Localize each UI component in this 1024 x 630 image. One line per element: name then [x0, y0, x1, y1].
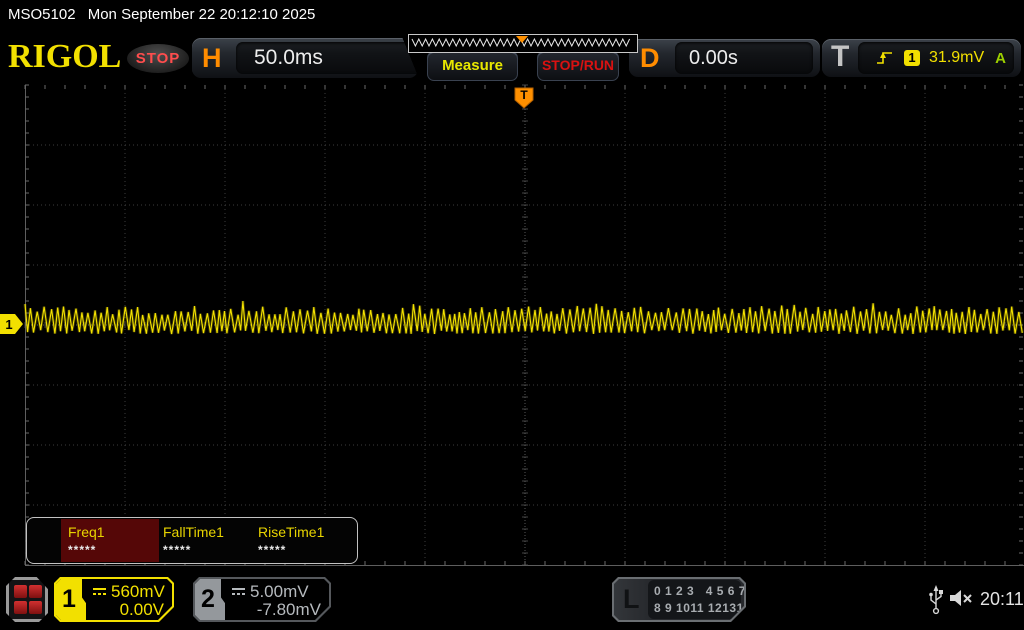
- memory-depth: 25Mpts: [192, 57, 588, 73]
- model-name: MSO5102: [8, 6, 76, 23]
- trigger-block[interactable]: T 1 31.9mV A: [822, 39, 1021, 77]
- channel2-number-badge: 2: [195, 579, 225, 620]
- t-inset: 1 31.9mV A: [858, 42, 1014, 74]
- overview-waveform: [409, 35, 635, 50]
- red-square: [29, 601, 42, 614]
- measurement-value: *****: [163, 543, 191, 557]
- channel2-widget[interactable]: 2 5.00mV -7.80mV: [193, 577, 331, 622]
- trigger-level: 31.9mV: [929, 49, 984, 67]
- oscilloscope-screen: MSO5102 Mon September 22 20:12:10 2025 R…: [0, 0, 1024, 630]
- measurement-panel: Freq1 ***** FallTime1 ***** RiseTime1 **…: [26, 517, 358, 564]
- rising-edge-icon: [875, 49, 895, 67]
- channel1-number-badge: 1: [56, 579, 86, 620]
- dc-coupling-icon: [231, 587, 246, 597]
- status-bar: MSO5102 Mon September 22 20:12:10 2025: [0, 0, 1024, 30]
- channel2-scale: 5.00mV: [231, 582, 309, 602]
- bottom-bar: 1 560mV 0.00V 2: [0, 570, 1024, 630]
- speaker-muted-icon[interactable]: [948, 587, 975, 609]
- channel1-widget[interactable]: 1 560mV 0.00V: [54, 577, 174, 622]
- channel1-scale: 560mV: [92, 582, 165, 602]
- measurement-label[interactable]: RiseTime1: [258, 524, 324, 540]
- clock: 20:11: [980, 589, 1024, 610]
- waveform-overview-strip[interactable]: [408, 34, 638, 53]
- stop-run-button[interactable]: STOP/RUN: [537, 51, 619, 81]
- run-state-badge: STOP: [127, 44, 189, 73]
- la-body: L 0 1 2 3 4 5 6 7 8 9 1011 12131415: [614, 579, 744, 620]
- channel1-body: 1 560mV 0.00V: [56, 579, 172, 620]
- red-square: [14, 585, 27, 598]
- digital-channels: 0 1 2 3 4 5 6 7 8 9 1011 12131415: [648, 580, 741, 619]
- usb-icon: [928, 584, 945, 616]
- datetime: Mon September 22 20:12:10 2025: [88, 6, 316, 23]
- measure-button[interactable]: Measure: [427, 51, 518, 81]
- dc-coupling-icon: [92, 587, 107, 597]
- measurement-value: *****: [258, 543, 286, 557]
- delay-value: 0.00s: [689, 47, 738, 70]
- trigger-position-marker[interactable]: T: [513, 87, 535, 109]
- red-square: [14, 601, 27, 614]
- digital-row-1: 0 1 2 3 4 5 6 7: [654, 583, 741, 600]
- red-square: [29, 585, 42, 598]
- measurement-label[interactable]: FallTime1: [163, 524, 224, 540]
- la-label: L: [623, 584, 640, 615]
- trigger-channel-badge: 1: [904, 50, 920, 66]
- delay-label: D: [640, 43, 660, 74]
- channel1-marker-number: 1: [5, 317, 12, 332]
- delay-block[interactable]: D 0.00s: [629, 39, 820, 77]
- measurement-value: *****: [68, 543, 96, 557]
- digital-row-2: 8 9 1011 12131415: [654, 600, 741, 617]
- rigol-logo: RIGOL: [8, 38, 121, 76]
- channel1-level-marker[interactable]: 1: [0, 312, 25, 336]
- logic-analyzer-widget[interactable]: L 0 1 2 3 4 5 6 7 8 9 1011 12131415: [612, 577, 746, 622]
- windows-icon[interactable]: [6, 577, 48, 622]
- trigger-marker-letter: T: [520, 88, 528, 102]
- channel2-offset: -7.80mV: [257, 600, 321, 620]
- horizontal-timebase-block[interactable]: H 50.0ms 50MSa/s 25Mpts: [192, 38, 418, 78]
- channel1-offset: 0.00V: [120, 600, 164, 620]
- channel2-body: 2 5.00mV -7.80mV: [195, 579, 329, 620]
- trigger-label: T: [831, 40, 849, 74]
- measurement-label[interactable]: Freq1: [68, 524, 105, 540]
- trigger-mode: A: [995, 50, 1006, 67]
